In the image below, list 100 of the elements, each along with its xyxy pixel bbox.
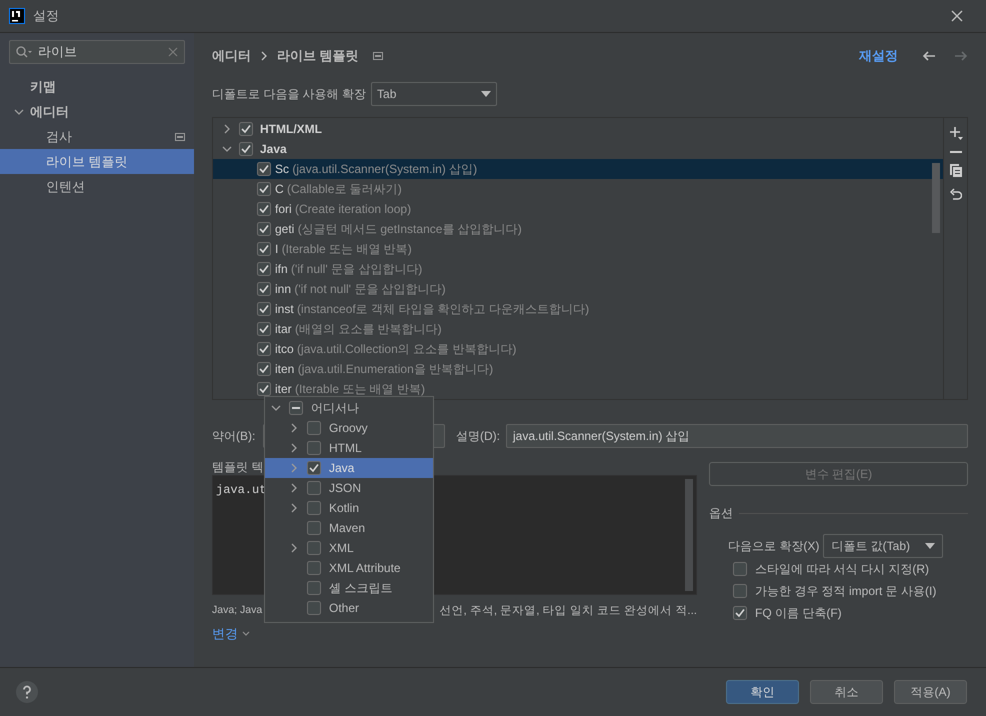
breadcrumb-item[interactable]: 에디터: [212, 46, 251, 66]
checkbox[interactable]: [307, 441, 321, 455]
checkbox[interactable]: [307, 481, 321, 495]
breadcrumb-item[interactable]: 라이브 템플릿: [277, 46, 359, 66]
checkbox[interactable]: [239, 122, 253, 136]
checkbox[interactable]: [307, 501, 321, 515]
back-arrow-icon[interactable]: [922, 51, 936, 61]
checkbox[interactable]: [307, 421, 321, 435]
field-label: 약어(B):: [212, 428, 256, 445]
sidebar-item[interactable]: 라이브 템플릿: [0, 149, 194, 174]
checkbox[interactable]: [289, 401, 303, 415]
checkbox[interactable]: [733, 606, 747, 620]
context-description: 선언, 주석, 문자열, 타입 일치 코드 완성에서 적...: [439, 604, 697, 619]
option-checkbox[interactable]: 가능한 경우 정적 import 문 사용(I): [733, 580, 968, 602]
template-row[interactable]: fori (Create iteration loop): [213, 199, 943, 219]
template-row[interactable]: itar (배열의 요소를 반복합니다): [213, 319, 943, 339]
checkbox[interactable]: [307, 601, 321, 615]
context-item[interactable]: XML: [265, 538, 433, 558]
template-description: (Create iteration loop): [295, 202, 412, 216]
checkbox[interactable]: [307, 581, 321, 595]
checkbox[interactable]: [257, 382, 271, 396]
option-checkbox[interactable]: FQ 이름 단축(F): [733, 602, 968, 624]
sidebar-item[interactable]: 에디터: [0, 99, 194, 124]
context-item[interactable]: XML Attribute: [265, 558, 433, 578]
template-row[interactable]: geti (싱글턴 메서드 getInstance를 삽입합니다): [213, 219, 943, 239]
checkbox[interactable]: [257, 202, 271, 216]
checkbox[interactable]: [257, 182, 271, 196]
sidebar-item[interactable]: 키맵: [0, 74, 194, 99]
template-row[interactable]: iten (java.util.Enumeration을 반복합니다): [213, 359, 943, 379]
template-row[interactable]: inn ('if not null' 문을 삽입합니다): [213, 279, 943, 299]
context-item[interactable]: 어디서나: [265, 398, 433, 418]
template-description: (Callable로 둘러싸기): [287, 182, 402, 196]
template-abbreviation: iter: [275, 382, 292, 396]
checkbox[interactable]: [257, 222, 271, 236]
sidebar-item[interactable]: 인텐션: [0, 174, 194, 199]
context-item[interactable]: 셸 스크립트: [265, 578, 433, 598]
checkbox[interactable]: [257, 162, 271, 176]
undo-icon[interactable]: [950, 188, 962, 200]
checkbox[interactable]: [257, 362, 271, 376]
template-row[interactable]: Sc (java.util.Scanner(System.in) 삽입): [213, 159, 943, 179]
checkbox[interactable]: [307, 561, 321, 575]
checkbox[interactable]: [307, 461, 321, 475]
context-item[interactable]: Other: [265, 598, 433, 618]
dialog-button[interactable]: 확인: [726, 680, 799, 704]
checkbox[interactable]: [733, 584, 747, 598]
checkbox[interactable]: [257, 322, 271, 336]
checkbox[interactable]: [257, 242, 271, 256]
expand-chevron-icon[interactable]: [289, 543, 299, 553]
checkbox[interactable]: [733, 562, 747, 576]
collapse-chevron-icon[interactable]: [222, 144, 232, 154]
template-abbreviation: I: [275, 242, 278, 256]
copy-icon[interactable]: [950, 164, 962, 177]
change-link[interactable]: 변경: [212, 624, 250, 644]
checkbox[interactable]: [307, 541, 321, 555]
add-icon[interactable]: [948, 126, 962, 140]
dialog-button[interactable]: 취소: [810, 680, 883, 704]
context-item[interactable]: HTML: [265, 438, 433, 458]
template-row[interactable]: iter (Iterable 또는 배열 반복): [213, 379, 943, 399]
project-scope-icon: [372, 52, 383, 60]
context-item[interactable]: Maven: [265, 518, 433, 538]
sidebar-item[interactable]: 검사: [0, 124, 194, 149]
checkbox[interactable]: [257, 302, 271, 316]
help-icon[interactable]: [16, 681, 38, 703]
checkbox[interactable]: [257, 342, 271, 356]
template-row[interactable]: I (Iterable 또는 배열 반복): [213, 239, 943, 259]
close-icon[interactable]: [951, 10, 963, 22]
context-item[interactable]: Groovy: [265, 418, 433, 438]
checkbox[interactable]: [257, 282, 271, 296]
checkbox[interactable]: [307, 521, 321, 535]
forward-arrow-icon[interactable]: [954, 51, 968, 61]
scrollbar-thumb[interactable]: [932, 163, 940, 233]
description-field[interactable]: java.util.Scanner(System.in) 삽입: [506, 424, 968, 448]
scrollbar-thumb[interactable]: [685, 479, 693, 591]
clear-icon[interactable]: [168, 47, 178, 57]
template-abbreviation: geti: [275, 222, 294, 236]
collapse-chevron-icon[interactable]: [271, 403, 281, 413]
context-item[interactable]: Java: [265, 458, 433, 478]
checkbox[interactable]: [257, 262, 271, 276]
template-description: ('if null' 문을 삽입합니다): [291, 262, 422, 276]
dropdown-arrow-icon: [481, 91, 492, 97]
expand-chevron-icon[interactable]: [222, 124, 232, 134]
expand-key-dropdown[interactable]: Tab: [371, 82, 498, 106]
context-item[interactable]: Kotlin: [265, 498, 433, 518]
template-row[interactable]: inst (instanceof로 객체 타입을 확인하고 다운캐스트합니다): [213, 299, 943, 319]
reset-link[interactable]: 재설정: [859, 46, 898, 66]
collapse-chevron-icon[interactable]: [14, 106, 24, 116]
expand-key-dropdown[interactable]: 디폴트 값(Tab): [823, 534, 944, 558]
template-abbreviation: itco: [275, 342, 294, 356]
search-field[interactable]: 라이브: [9, 40, 185, 64]
context-item[interactable]: JSON: [265, 478, 433, 498]
template-row[interactable]: itco (java.util.Collection의 요소를 반복합니다): [213, 339, 943, 359]
dialog-button[interactable]: 적용(A): [894, 680, 967, 704]
template-abbreviation: itar: [275, 322, 292, 336]
section-title: 옵션: [709, 505, 733, 522]
template-row[interactable]: ifn ('if null' 문을 삽입합니다): [213, 259, 943, 279]
option-checkbox[interactable]: 스타일에 따라 서식 다시 지정(R): [733, 558, 968, 580]
template-row[interactable]: C (Callable로 둘러싸기): [213, 179, 943, 199]
checkbox[interactable]: [239, 142, 253, 156]
window-title: 설정: [33, 7, 60, 26]
context-description: Java; Java: [212, 603, 262, 618]
